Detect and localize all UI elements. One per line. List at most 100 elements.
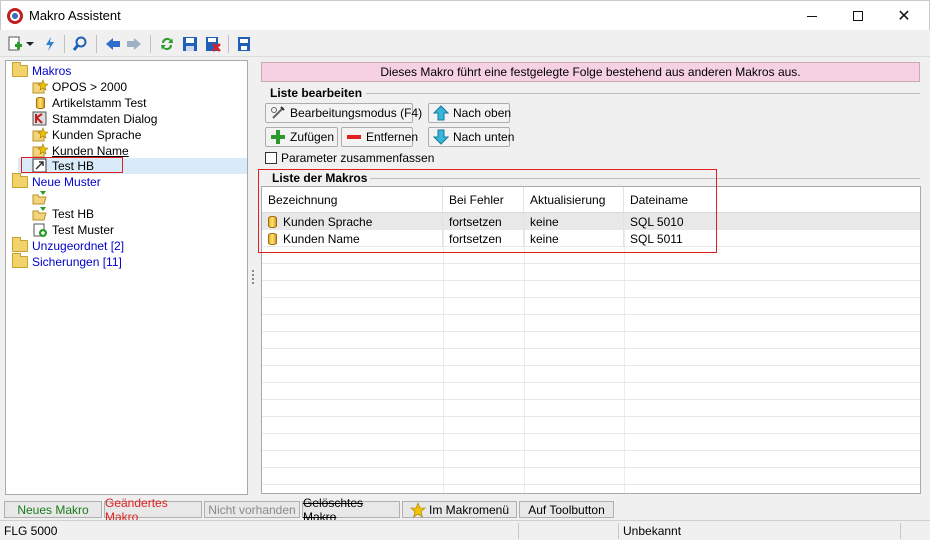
tree-item-opos[interactable]: OPOS > 2000 [32,79,127,95]
toolbar-separator [64,35,65,53]
tree-group-label: Neue Muster [32,175,101,189]
tree-group-sicherungen[interactable]: Sicherungen [11] [12,253,122,270]
combine-parameters-checkbox[interactable]: Parameter zusammenfassen [265,151,434,165]
folder-macro-icon [32,206,48,222]
toolbar [0,31,930,57]
run-button[interactable] [41,35,59,53]
toolbar-separator [96,35,97,53]
legend-changed-macro: Geändertes Makro [104,496,202,524]
tree-item-label: Kunden Name [52,144,129,158]
document-macro-icon [32,222,48,238]
save-icon [183,37,197,51]
move-up-button[interactable]: Nach oben [428,103,512,123]
table-row-empty [262,298,920,315]
table-row-empty [262,434,920,451]
table-row-empty [262,332,920,349]
star-icon [410,501,426,518]
tree-group-neue-muster[interactable]: Neue Muster [12,173,101,190]
macro-description-bar: Dieses Makro führt eine festgelegte Folg… [261,62,920,82]
folder-icon [12,253,28,268]
arrow-up-icon [433,105,449,121]
back-icon [106,38,120,50]
legend-label: Nicht vorhanden [208,502,296,517]
close-icon: ✕ [897,8,911,25]
status-left: FLG 5000 [4,524,58,538]
edit-mode-button[interactable]: Bearbeitungsmodus (F4) [265,103,422,123]
tree-group-label: Unzugeordnet [2] [32,239,125,253]
status-separator [518,523,519,539]
folder-open-icon [12,173,28,188]
table-row-empty [262,468,920,485]
tree-item-label: Artikelstamm Test [52,96,147,110]
plus-icon [270,129,286,145]
dropdown-arrow-icon [26,42,34,46]
arrow-down-icon [433,129,449,145]
folder-open-icon [12,62,28,77]
move-up-label: Nach oben [453,106,512,120]
tree-group-unzugeordnet[interactable]: Unzugeordnet [2] [12,237,125,254]
add-label: Zufügen [290,130,335,144]
tree-item-stammdaten[interactable]: Stammdaten Dialog [32,111,157,127]
remove-button[interactable]: Entfernen [341,127,418,147]
tree-item-label: Test HB [52,207,95,221]
tree-item-test-hb-2[interactable]: Test HB [32,206,94,222]
legend-label: Im Makromenü [428,502,510,517]
status-separator [618,523,619,539]
minimize-icon [807,15,817,17]
export-button[interactable] [235,35,253,53]
macro-description-text: Dieses Makro führt eine festgelegte Folg… [380,65,801,79]
status-bar: FLG 5000 Unbekannt [0,520,930,540]
add-button[interactable]: Zufügen [265,127,338,147]
dialog-macro-icon [32,111,48,127]
table-row-empty [262,264,920,281]
tree-item-artikelstamm[interactable]: Artikelstamm Test [32,95,146,111]
export-icon [238,37,250,51]
title-bar: Makro Assistent ✕ [0,0,930,30]
toolbar-separator [150,35,151,53]
table-row-empty [262,383,920,400]
window-title: Makro Assistent [29,8,121,23]
checkbox-box[interactable] [265,152,277,164]
highlight-frame [258,169,717,253]
highlight-frame [21,157,123,173]
save-button[interactable] [181,35,199,53]
search-button[interactable] [71,35,89,53]
combine-parameters-label: Parameter zusammenfassen [281,151,435,165]
tree-item-kunden-sprache[interactable]: Kunden Sprache [32,127,141,143]
tree-item-test-muster[interactable]: Test Muster [32,222,114,238]
tree-group-label: Makros [32,64,72,78]
edit-list-title: Liste bearbeiten [270,86,363,100]
forward-icon [127,38,141,50]
tree-item-label: Kunden Sprache [52,128,142,142]
delete-button[interactable] [204,35,222,53]
close-button[interactable]: ✕ [881,1,927,31]
panel-splitter[interactable] [251,268,255,288]
folder-macro-icon [32,190,48,206]
edit-mode-icon [270,105,286,121]
app-logo-icon [7,8,23,24]
refresh-button[interactable] [158,35,176,53]
legend-on-toolbutton: Auf Toolbutton [519,501,614,518]
back-button[interactable] [104,35,122,53]
new-macro-icon [8,36,22,51]
folder-icon [12,237,28,252]
status-separator [900,523,901,539]
table-row-empty [262,400,920,417]
minus-icon [346,129,362,145]
minimize-button[interactable] [789,1,835,31]
search-icon [72,36,87,51]
macro-tree[interactable]: Makros OPOS > 2000 Artikelstamm Test Sta… [5,60,248,495]
new-macro-dropdown[interactable] [24,35,36,53]
table-row-empty [262,281,920,298]
move-down-button[interactable]: Nach unten [428,127,514,147]
refresh-icon [161,38,173,51]
new-macro-button[interactable] [6,35,24,53]
tree-group-label: Sicherungen [11] [32,255,122,269]
table-row-empty [262,366,920,383]
tree-item-unnamed[interactable] [32,190,52,206]
forward-button[interactable] [125,35,143,53]
maximize-button[interactable] [835,1,881,31]
tree-group-makros[interactable]: Makros [12,62,72,79]
edit-mode-label: Bearbeitungsmodus (F4) [290,106,423,120]
legend-bar: Neues Makro Geändertes Makro Nicht vorha… [4,496,616,524]
